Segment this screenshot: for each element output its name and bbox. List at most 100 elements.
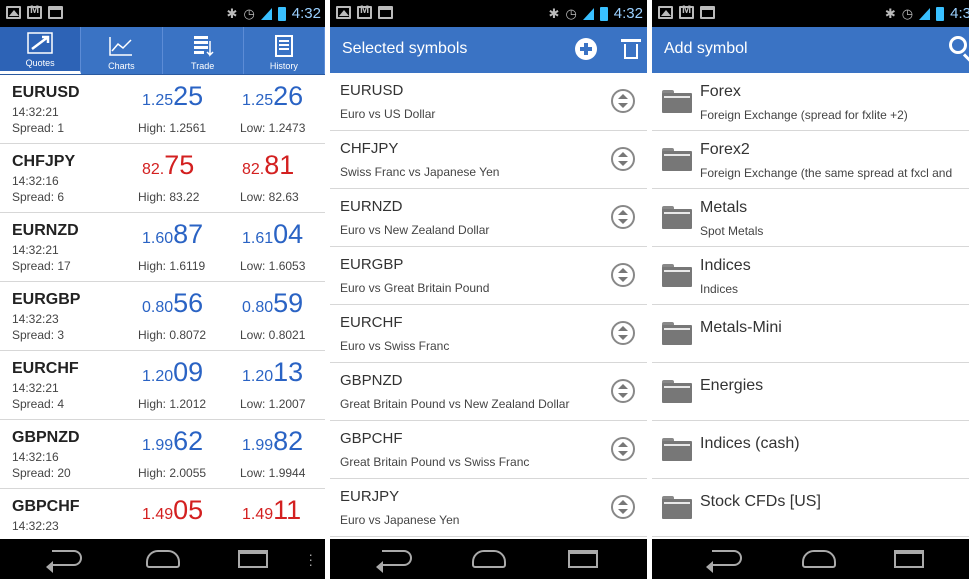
symbol-group-row[interactable]: Metals Spot Metals [652,189,969,247]
battery-icon [936,6,945,21]
bid-price: 1.2525 [142,81,203,112]
drag-handle-icon[interactable] [611,89,635,113]
ask-price: 1.9982 [242,426,303,457]
selected-symbol-row[interactable]: EURGBP Euro vs Great Britain Pound [330,247,647,305]
tab-quotes[interactable]: Quotes [0,27,82,74]
bid-price-pips: 87 [173,219,204,249]
selected-symbol-row[interactable]: EURCHF Euro vs Swiss Franc [330,305,647,363]
selected-symbol-row[interactable]: GBPNZD Great Britain Pound vs New Zealand… [330,363,647,421]
back-icon[interactable] [376,550,412,573]
arrows-icon [27,32,53,58]
spread-value: Spread: 6 [12,190,65,204]
selected-symbol-row[interactable]: CHFJPY Swiss Franc vs Japanese Yen [330,131,647,189]
status-bar: ✱ ◷ 4:32 [0,0,325,27]
tab-label: Quotes [25,58,55,68]
bid-price-prefix: 1.49 [142,506,174,523]
selected-symbols-screen: ✱ ◷ 4:32 Selected symbols EURUSD Euro vs … [330,0,647,579]
symbol-group-row[interactable]: Indices Indices [652,247,969,305]
quotes-screen: ✱ ◷ 4:32 Quotes Charts Trade History EURUSD… [0,0,325,579]
tab-label: History [269,61,298,71]
status-time: 4:32 [291,5,321,22]
spread-value: Spread: 20 [12,466,71,480]
quote-row[interactable]: EURCHF 14:32:21 Spread: 4 1.2009 1.2013 High:… [0,351,325,420]
symbol-name: EURUSD [340,82,404,99]
group-name: Stock CFDs [US] [700,493,821,510]
high-value: High: 1.6119 [138,259,206,273]
symbol-group-row[interactable]: Forex Foreign Exchange (spread for fxlite… [652,73,969,131]
group-description: Spot Metals [700,224,764,238]
bluetooth-icon: ✱ [548,5,560,21]
delete-button[interactable] [621,37,641,59]
quote-row[interactable]: EURUSD 14:32:21 Spread: 1 1.2525 1.2526 High:… [0,75,325,144]
symbol-group-row[interactable]: Energies [652,363,969,421]
home-icon[interactable] [802,550,836,568]
tab-charts[interactable]: Charts [81,27,163,74]
tab-label: Charts [108,61,135,71]
spread-value: Spread: 1 [12,121,65,135]
symbol-group-row[interactable]: Forex2 Foreign Exchange (the same spread … [652,131,969,189]
bag-notification-icon [700,6,715,19]
symbol-group-row[interactable]: Indices (cash) [652,421,969,479]
quote-time: 14:32:23 [12,312,59,326]
symbol-name: GBPNZD [12,429,80,446]
symbol-name: EURNZD [340,198,403,215]
symbol-group-row[interactable]: Metals-Mini [652,305,969,363]
drag-handle-icon[interactable] [611,263,635,287]
high-value: High: 1.2012 [138,397,207,411]
symbol-description: Great Britain Pound vs Swiss Franc [340,455,530,469]
symbol-group-row[interactable]: Stock CFDs [US] [652,479,969,537]
symbol-description: Great Britain Pound vs New Zealand Dolla… [340,397,570,411]
low-value: Low: 1.9944 [240,466,306,480]
home-icon[interactable] [472,550,506,568]
drag-handle-icon[interactable] [611,379,635,403]
recent-apps-icon[interactable] [568,550,598,568]
spread-value: Spread: 4 [12,397,65,411]
battery-icon [277,6,286,21]
selected-symbol-row[interactable]: EURJPY Euro vs Japanese Yen [330,479,647,537]
status-time: 4:32 [613,5,643,22]
selected-symbol-row[interactable]: GBPCHF Great Britain Pound vs Swiss Franc [330,421,647,479]
signal-icon [919,7,931,20]
quote-time: 14:32:23 [12,519,59,533]
selected-symbol-row[interactable]: EURNZD Euro vs New Zealand Dollar [330,189,647,247]
menu-icon[interactable]: · · · [308,547,313,571]
ask-price: 1.6104 [242,219,303,250]
alarm-icon: ◷ [901,5,914,21]
tab-trade[interactable]: Trade [163,27,244,74]
quote-time: 14:32:16 [12,174,59,188]
symbol-name: GBPCHF [12,498,80,515]
group-name: Forex2 [700,141,750,158]
recent-apps-icon[interactable] [238,550,268,568]
quote-row[interactable]: EURGBP 14:32:23 Spread: 3 0.8056 0.8059 High:… [0,282,325,351]
folder-icon [662,496,692,519]
tab-history[interactable]: History [244,27,325,74]
ask-price-prefix: 1.25 [242,92,274,109]
ask-price: 1.2526 [242,81,303,112]
drag-handle-icon[interactable] [611,495,635,519]
quote-time: 14:32:21 [12,381,59,395]
drag-handle-icon[interactable] [611,321,635,345]
search-icon[interactable] [949,36,967,54]
ask-price-prefix: 1.20 [242,368,274,385]
drag-handle-icon[interactable] [611,437,635,461]
drag-handle-icon[interactable] [611,147,635,171]
symbol-name: EURCHF [12,360,79,377]
back-icon[interactable] [706,550,742,573]
nav-bar: · · · [0,539,325,579]
symbol-name: GBPCHF [340,430,403,447]
back-icon[interactable] [46,550,82,573]
drag-handle-icon[interactable] [611,205,635,229]
quote-row[interactable]: CHFJPY 14:32:16 Spread: 6 82.75 82.81 High: 8… [0,144,325,213]
bid-price-pips: 25 [173,81,204,111]
add-symbol-button[interactable] [575,38,597,60]
quote-row[interactable]: EURNZD 14:32:21 Spread: 17 1.6087 1.6104 High… [0,213,325,282]
home-icon[interactable] [146,550,180,568]
ask-price: 1.4911 [242,495,301,526]
tab-label: Trade [191,61,215,71]
quote-row[interactable]: GBPNZD 14:32:16 Spread: 20 1.9962 1.9982 High… [0,420,325,489]
low-value: Low: 1.6053 [240,259,306,273]
folder-icon [662,264,692,287]
selected-symbol-row[interactable]: EURUSD Euro vs US Dollar [330,73,647,131]
recent-apps-icon[interactable] [894,550,924,568]
quote-time: 14:32:21 [12,105,59,119]
